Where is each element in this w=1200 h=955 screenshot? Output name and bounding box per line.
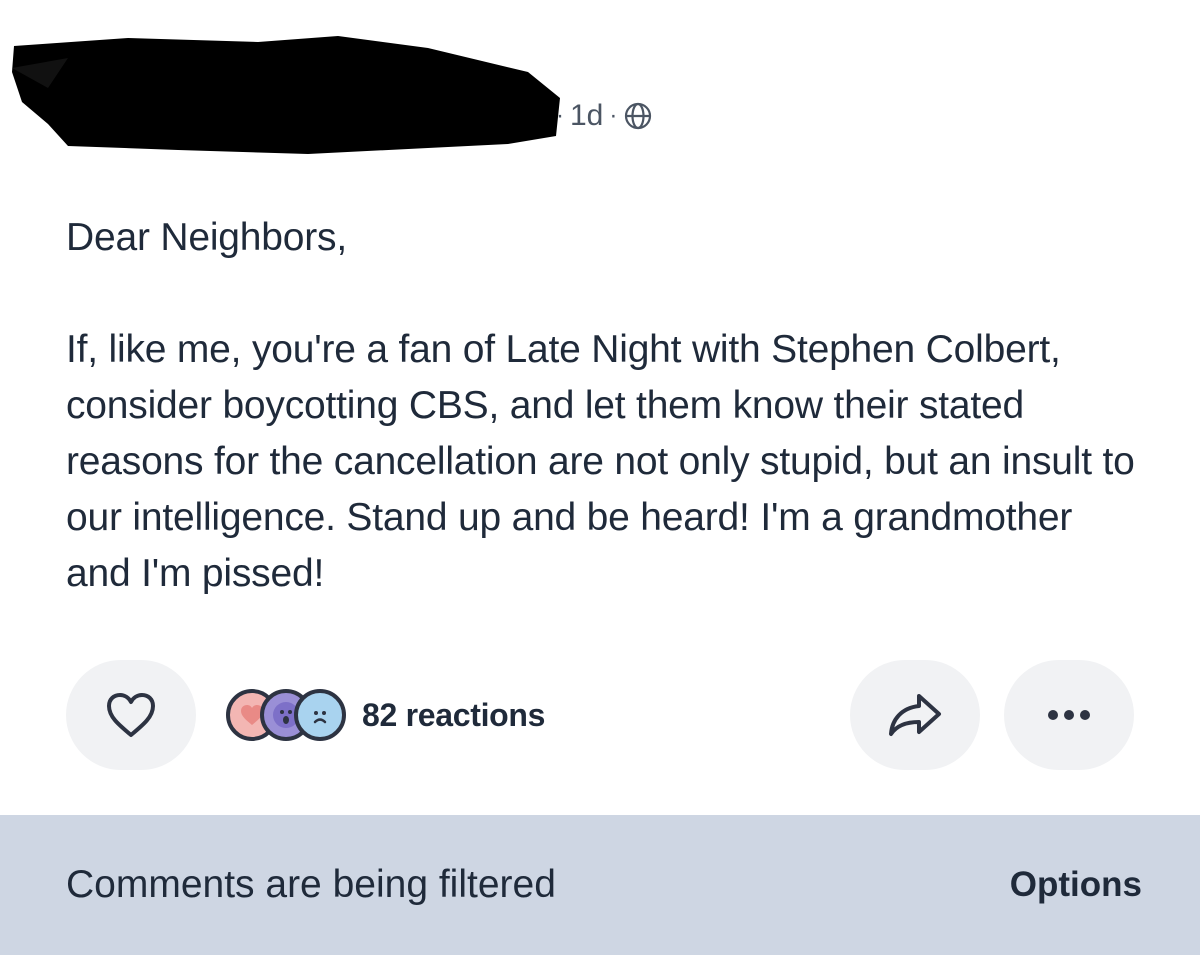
post-greeting: Dear Neighbors, (66, 216, 347, 259)
action-bar: 82 reactions (0, 660, 1200, 770)
more-options-button[interactable] (1004, 660, 1134, 770)
share-button[interactable] (850, 660, 980, 770)
reaction-icons (226, 687, 352, 743)
post-header: · 1d · (0, 0, 1200, 170)
heart-icon (107, 693, 155, 737)
more-dots-icon (1048, 710, 1090, 720)
reactions-summary[interactable]: 82 reactions (226, 660, 545, 770)
post-timestamp: 1d (570, 99, 604, 132)
post-meta: · 1d · (556, 96, 653, 136)
post-card: · 1d · Dear Neighbors, If, like me, you'… (0, 0, 1200, 955)
options-link[interactable]: Options (1010, 865, 1142, 905)
meta-separator: · (556, 102, 564, 129)
comments-filtered-message: Comments are being filtered (66, 863, 556, 906)
meta-separator: · (609, 102, 618, 129)
reactions-count[interactable]: 82 reactions (362, 697, 545, 734)
globe-icon (625, 102, 652, 130)
share-arrow-icon (889, 694, 941, 736)
post-text: If, like me, you're a fan of Late Night … (66, 328, 1135, 595)
post-body: Dear Neighbors, If, like me, you're a fa… (66, 210, 1146, 602)
like-button[interactable] (66, 660, 196, 770)
redacted-author-name (12, 36, 560, 154)
comments-filter-banner: Comments are being filtered Options (0, 815, 1200, 955)
sad-reaction-icon (294, 689, 346, 741)
